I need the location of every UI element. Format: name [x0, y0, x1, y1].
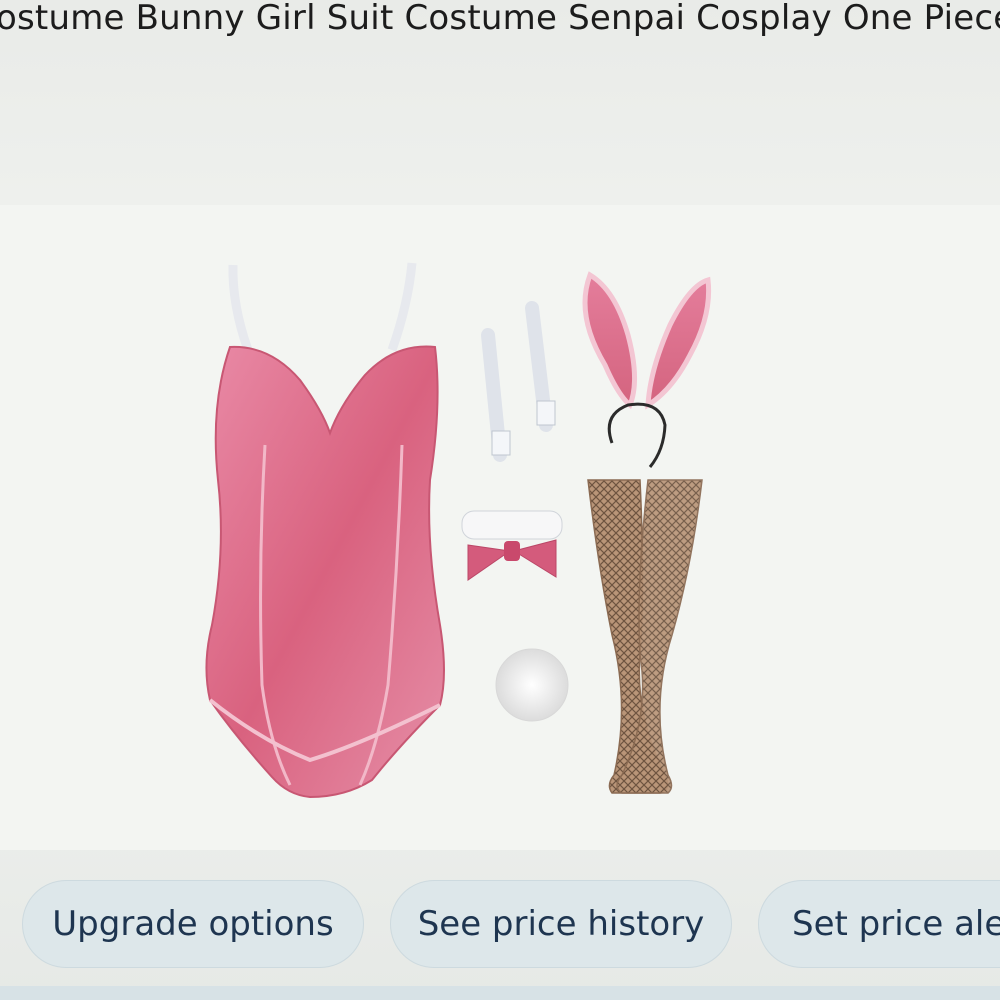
- product-page: ostume Bunny Girl Suit Costume Senpai Co…: [0, 0, 1000, 1000]
- fishnet-stockings-graphic: [587, 479, 703, 794]
- upgrade-options-button[interactable]: Upgrade options: [22, 880, 364, 968]
- bow-tie-collar-graphic: [461, 510, 563, 581]
- bodysuit-graphic: [205, 262, 445, 799]
- see-price-history-button[interactable]: See price history: [390, 880, 732, 968]
- bunny-ears-graphic: [582, 271, 712, 468]
- wrist-cuffs-graphic: [481, 301, 556, 462]
- product-image[interactable]: [0, 205, 1000, 850]
- title-bar: ostume Bunny Girl Suit Costume Senpai Co…: [0, 0, 1000, 56]
- product-image-panel[interactable]: [0, 205, 1000, 850]
- product-title[interactable]: ostume Bunny Girl Suit Costume Senpai Co…: [0, 0, 1000, 38]
- bottom-edge-strip: [0, 986, 1000, 1000]
- action-button-row: Upgrade options See price history Set pr…: [0, 880, 1000, 980]
- set-price-alert-button[interactable]: Set price ale: [758, 880, 1000, 968]
- tail-graphic: [495, 648, 569, 722]
